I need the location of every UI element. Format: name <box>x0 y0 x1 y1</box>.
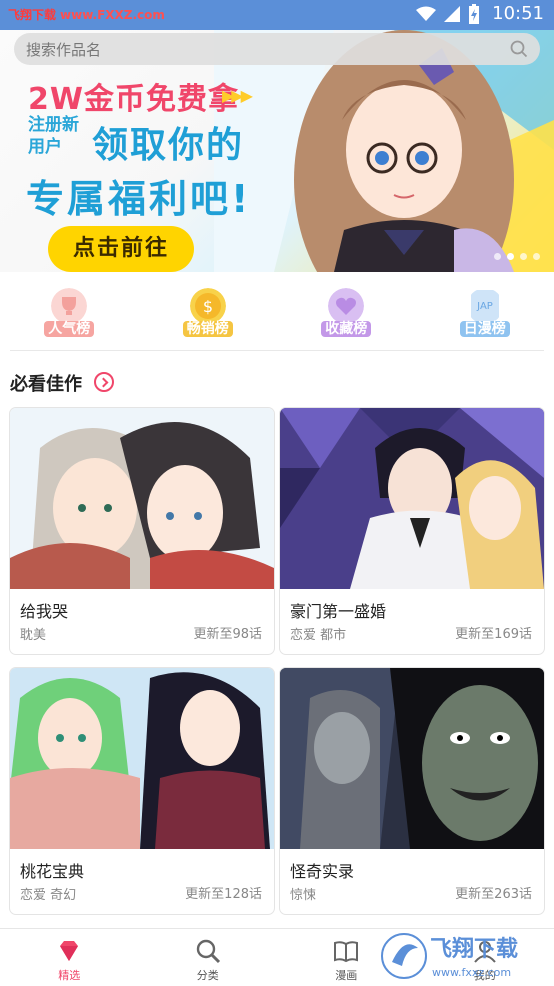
signal-icon <box>444 5 461 22</box>
banner-subline: 领取你的 <box>92 125 245 166</box>
ranking-nav: 人气榜 $ 畅销榜 收藏榜 JAP 日漫榜 <box>0 272 554 350</box>
comic-cover <box>280 408 544 589</box>
comic-update: 更新至263话 <box>455 887 532 902</box>
search-icon[interactable] <box>510 40 528 58</box>
comic-title: 怪奇实录 <box>290 862 355 881</box>
comic-update: 更新至128话 <box>185 887 262 902</box>
rank-label: 畅销榜 <box>182 321 233 337</box>
comic-title: 桃花宝典 <box>20 862 85 881</box>
comic-tags: 惊悚 <box>290 888 317 903</box>
rank-japanese[interactable]: JAP 日漫榜 <box>416 272 554 350</box>
pager-dot-active <box>507 253 514 260</box>
rank-label: 人气榜 <box>44 321 95 337</box>
pager-dot <box>533 253 540 260</box>
book-icon <box>334 941 359 963</box>
search-icon <box>196 939 220 964</box>
divider <box>10 350 544 351</box>
comic-cover <box>10 668 274 849</box>
watermark-text: 飞翔下载 <box>430 936 518 962</box>
rank-label: 收藏榜 <box>321 321 372 337</box>
comic-card[interactable]: 怪奇实录 惊悚 更新至263话 <box>280 668 544 914</box>
banner-headline: 2W金币免费拿 <box>28 82 239 117</box>
pager-dot <box>494 253 501 260</box>
banner-pager <box>494 253 540 260</box>
rank-bestseller[interactable]: $ 畅销榜 <box>139 272 278 350</box>
comic-cover <box>10 408 274 589</box>
search-bar[interactable]: 搜索作品名 <box>14 33 540 65</box>
rank-popular[interactable]: 人气榜 <box>0 272 139 350</box>
section-title: 必看佳作 <box>10 374 82 395</box>
comic-title: 豪门第一盛婚 <box>290 602 387 621</box>
site-domain: www.FXXZ.com <box>60 8 165 22</box>
comic-card[interactable]: 给我哭 耽美 更新至98话 <box>10 408 274 654</box>
gem-icon <box>60 941 79 961</box>
app-root: 2W金币免费拿 ▶▶▶ 注册新用户 领取你的 专属福利吧! 点击前往 飞翔下载 w… <box>0 0 554 986</box>
tab-category[interactable]: 分类 <box>139 929 278 986</box>
comic-tags: 恋爱 都市 <box>290 628 347 643</box>
status-icons: 10:51 <box>416 3 544 24</box>
comic-tags: 恋爱 奇幻 <box>20 888 77 903</box>
comic-card[interactable]: 豪门第一盛婚 恋爱 都市 更新至169话 <box>280 408 544 654</box>
wifi-icon <box>416 6 437 21</box>
comic-card[interactable]: 桃花宝典 恋爱 奇幻 更新至128话 <box>10 668 274 914</box>
promo-banner[interactable]: 2W金币免费拿 ▶▶▶ 注册新用户 领取你的 专属福利吧! 点击前往 <box>0 30 554 272</box>
svg-text:JAP: JAP <box>476 301 493 312</box>
banner-subline-2: 专属福利吧! <box>26 177 252 221</box>
site-label: 飞翔下载 <box>8 8 57 22</box>
banner-small-text: 注册新用户 <box>28 115 79 157</box>
more-arrow-icon[interactable] <box>94 372 114 392</box>
comic-update: 更新至98话 <box>193 627 262 642</box>
clock: 10:51 <box>492 3 544 24</box>
comic-title: 给我哭 <box>20 602 69 621</box>
rank-label: 日漫榜 <box>459 321 510 337</box>
svg-text:$: $ <box>203 297 213 316</box>
status-bar: 飞翔下载 www.FXXZ.com 10:51 <box>0 0 554 30</box>
rank-favorites[interactable]: 收藏榜 <box>277 272 416 350</box>
banner-illustration <box>214 30 554 272</box>
search-input[interactable]: 搜索作品名 <box>26 39 510 60</box>
comic-tags: 耽美 <box>20 628 47 643</box>
tab-label: 精选 <box>58 969 81 982</box>
tab-label: 分类 <box>196 969 219 982</box>
site-watermark-top: 飞翔下载 www.FXXZ.com <box>8 6 165 23</box>
tab-featured[interactable]: 精选 <box>0 929 139 986</box>
battery-icon <box>469 3 480 24</box>
watermark-domain: www.fxxz.com <box>432 966 511 979</box>
site-watermark-logo: 飞翔下载 www.fxxz.com <box>381 933 518 979</box>
banner-cta-button[interactable]: 点击前往 <box>48 226 194 272</box>
comic-update: 更新至169话 <box>455 627 532 642</box>
pager-dot <box>520 253 527 260</box>
arrows-icon: ▶▶▶ <box>222 86 253 105</box>
comic-cover <box>280 668 544 849</box>
